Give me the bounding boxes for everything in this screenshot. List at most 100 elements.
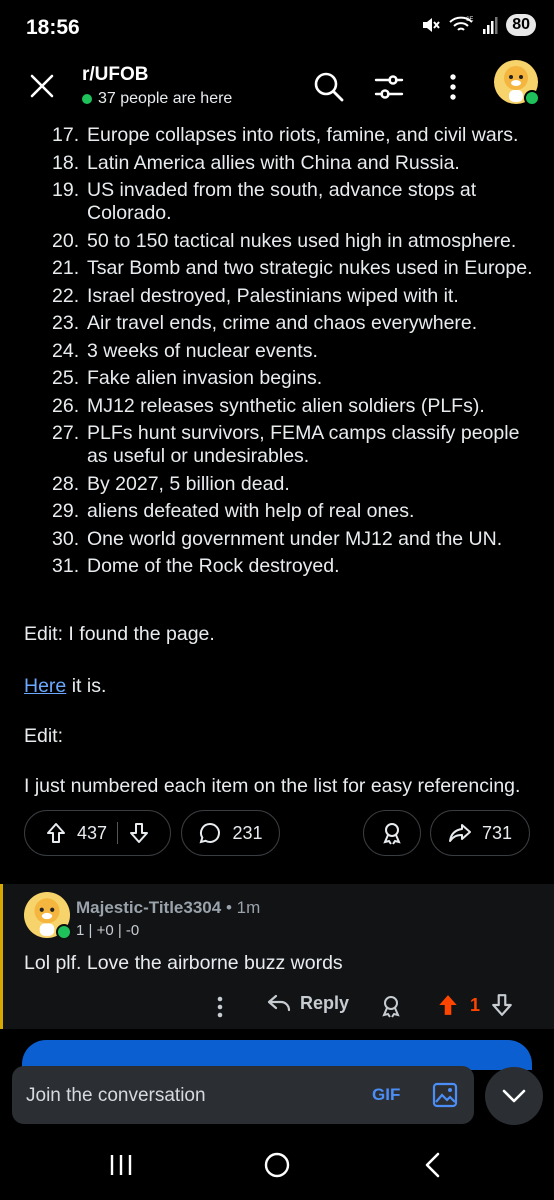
upvote-icon[interactable] bbox=[45, 822, 67, 844]
list-item: 26. MJ12 releases synthetic alien soldier… bbox=[24, 395, 534, 418]
vote-pill: 437 bbox=[24, 810, 171, 856]
battery-indicator: 80 bbox=[506, 14, 536, 36]
top-bar: r/UFOB 37 people are here bbox=[0, 56, 554, 120]
list-item-number: 18. bbox=[52, 151, 80, 174]
collapse-button[interactable] bbox=[485, 1067, 543, 1125]
online-indicator: 37 people are here bbox=[82, 90, 232, 108]
comment-icon bbox=[199, 822, 221, 844]
vote-divider bbox=[117, 822, 119, 844]
list-item: 20. 50 to 150 tactical nukes used high in… bbox=[24, 230, 534, 253]
list-item-number: 22. bbox=[52, 284, 80, 307]
comment-author[interactable]: Majestic-Title3304 bbox=[76, 898, 221, 917]
list-item-text: One world government under MJ12 and the … bbox=[87, 527, 503, 550]
share-icon bbox=[448, 824, 471, 842]
list-item: 21. Tsar Bomb and two strategic nukes use… bbox=[24, 257, 534, 280]
upvote-count: 437 bbox=[76, 822, 108, 843]
commenter-avatar[interactable] bbox=[24, 892, 72, 940]
list-item-text: 3 weeks of nuclear events. bbox=[87, 339, 318, 362]
award-icon bbox=[383, 823, 401, 845]
user-online-dot bbox=[524, 90, 540, 106]
subreddit-name[interactable]: r/UFOB bbox=[82, 64, 149, 86]
numbered-list: 17. Europe collapses into riots, famine, … bbox=[24, 124, 534, 583]
chevron-down-icon bbox=[502, 1089, 526, 1103]
list-item-text: US invaded from the south, advance stops… bbox=[87, 179, 477, 224]
downvote-icon[interactable] bbox=[128, 822, 150, 844]
reply-button[interactable]: Reply bbox=[266, 992, 349, 1014]
list-item-text: PLFs hunt survivors, FEMA camps classify… bbox=[87, 422, 520, 467]
list-item: 18. Latin America allies with China and R… bbox=[24, 152, 534, 175]
comment-downvote-icon[interactable] bbox=[490, 993, 514, 1017]
list-item: 17. Europe collapses into riots, famine, … bbox=[24, 124, 534, 147]
comment-card: Majestic-Title3304 • 1m 1 | +0 | -0 Lol … bbox=[0, 884, 554, 1029]
clock: 18:56 bbox=[26, 16, 80, 39]
list-item: 24. 3 weeks of nuclear events. bbox=[24, 340, 534, 363]
list-item-text: Tsar Bomb and two strategic nukes used i… bbox=[87, 257, 533, 279]
more-options-icon[interactable] bbox=[436, 70, 470, 104]
award-button[interactable] bbox=[363, 810, 421, 856]
share-count: 731 bbox=[481, 822, 513, 843]
here-link[interactable]: Here bbox=[24, 675, 66, 697]
comment-score: 1 | +0 | -0 bbox=[76, 922, 140, 939]
list-item-number: 26. bbox=[52, 394, 80, 417]
list-item: 31. Dome of the Rock destroyed. bbox=[24, 555, 534, 578]
list-item-text: MJ12 releases synthetic alien soldiers (… bbox=[87, 394, 485, 417]
list-item-number: 24. bbox=[52, 339, 80, 362]
share-button[interactable]: 731 bbox=[430, 810, 530, 856]
image-icon[interactable] bbox=[432, 1082, 458, 1108]
comment-meta: Majestic-Title3304 • 1m bbox=[76, 898, 260, 918]
svg-text:6E: 6E bbox=[466, 17, 473, 23]
mute-icon bbox=[423, 18, 440, 32]
list-item-number: 31. bbox=[52, 555, 80, 577]
list-item-text: Israel destroyed, Palestinians wiped wit… bbox=[87, 284, 459, 307]
online-dot bbox=[82, 94, 92, 104]
list-item: 27. PLFs hunt survivors, FEMA camps class… bbox=[24, 422, 534, 468]
list-item-number: 19. bbox=[52, 179, 80, 201]
list-item: 29. aliens defeated with help of real one… bbox=[24, 500, 534, 523]
list-item-text: By 2027, 5 billion dead. bbox=[87, 472, 290, 495]
numbering-note: I just numbered each item on the list fo… bbox=[24, 775, 521, 797]
comment-composer[interactable]: Join the conversation GIF bbox=[12, 1066, 474, 1124]
list-item: 30. One world government under MJ12 and t… bbox=[24, 528, 534, 551]
back-icon[interactable] bbox=[422, 1151, 442, 1179]
list-item-number: 27. bbox=[52, 422, 80, 444]
comment-upvote-icon[interactable] bbox=[436, 993, 460, 1017]
list-item-text: Latin America allies with China and Russ… bbox=[87, 151, 460, 174]
search-icon[interactable] bbox=[312, 70, 346, 104]
list-item-text: aliens defeated with help of real ones. bbox=[87, 500, 415, 522]
close-icon[interactable] bbox=[28, 72, 56, 100]
reply-icon bbox=[267, 994, 291, 1012]
list-item-text: 50 to 150 tactical nukes used high in at… bbox=[87, 229, 517, 252]
list-item-number: 23. bbox=[52, 312, 80, 334]
comment-vote-count: 1 bbox=[470, 995, 481, 1015]
home-icon[interactable] bbox=[263, 1151, 291, 1179]
list-item-text: Fake alien invasion begins. bbox=[87, 367, 323, 389]
composer-placeholder: Join the conversation bbox=[26, 1085, 206, 1106]
list-item: 25. Fake alien invasion begins. bbox=[24, 367, 534, 390]
list-item-text: Europe collapses into riots, famine, and… bbox=[87, 124, 519, 146]
comment-award-icon[interactable] bbox=[380, 994, 402, 1018]
recent-apps-icon[interactable] bbox=[108, 1152, 134, 1178]
edit-found-page: Edit: I found the page. bbox=[24, 623, 215, 645]
list-item-number: 28. bbox=[52, 472, 80, 495]
list-item: 28. By 2027, 5 billion dead. bbox=[24, 473, 534, 496]
list-item-text: Dome of the Rock destroyed. bbox=[87, 555, 340, 577]
list-item-number: 21. bbox=[52, 257, 80, 279]
status-bar: 18:56 6E 80 bbox=[0, 0, 554, 56]
system-nav-bar bbox=[0, 1130, 554, 1200]
here-line: Here it is. bbox=[24, 675, 106, 698]
list-item-text: Air travel ends, crime and chaos everywh… bbox=[87, 312, 478, 334]
list-item: 19. US invaded from the south, advance st… bbox=[24, 179, 534, 225]
here-rest: it is. bbox=[66, 675, 107, 697]
reply-label: Reply bbox=[300, 992, 350, 1013]
list-item: 22. Israel destroyed, Palestinians wiped … bbox=[24, 285, 534, 308]
gif-button[interactable]: GIF bbox=[372, 1085, 400, 1105]
filter-icon[interactable] bbox=[372, 70, 406, 104]
comments-button[interactable]: 231 bbox=[181, 810, 280, 856]
wifi-icon: 6E bbox=[449, 16, 474, 31]
list-item-number: 29. bbox=[52, 500, 80, 522]
user-avatar[interactable] bbox=[494, 60, 540, 106]
comment-text: Lol plf. Love the airborne buzz words bbox=[24, 952, 343, 974]
list-item: 23. Air travel ends, crime and chaos ever… bbox=[24, 312, 534, 335]
comment-more-icon[interactable] bbox=[210, 994, 230, 1020]
signal-icon bbox=[483, 17, 498, 34]
